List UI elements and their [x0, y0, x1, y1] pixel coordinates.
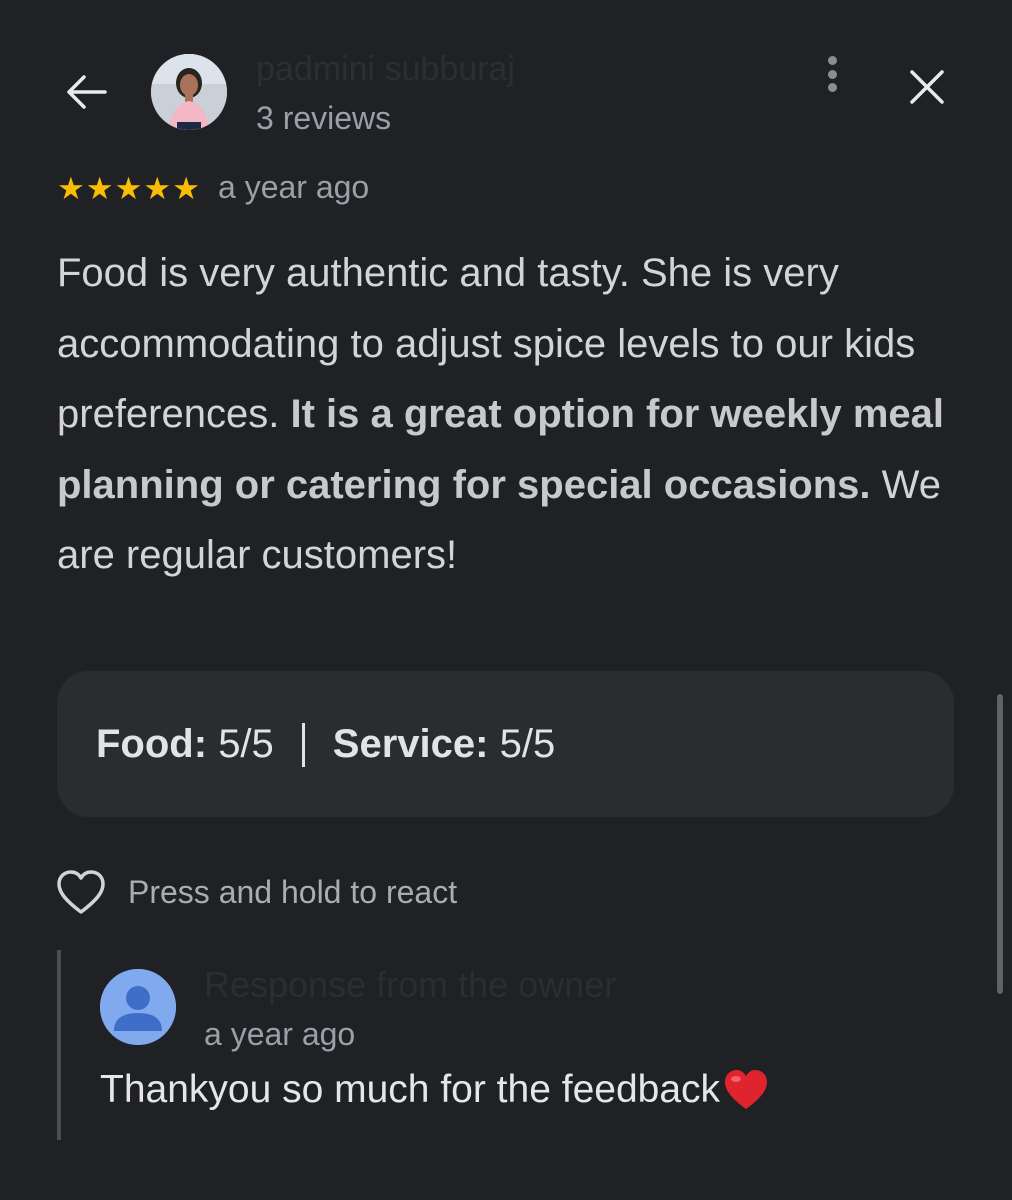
close-button[interactable]: [902, 62, 952, 112]
person-icon: [100, 969, 176, 1045]
star-rating: ★ ★ ★ ★ ★: [57, 172, 200, 206]
service-rating-label: Service:: [332, 722, 489, 766]
react-hint: Press and hold to react: [128, 874, 458, 910]
more-options-button[interactable]: [816, 52, 848, 96]
star-icon: ★: [57, 171, 85, 206]
ratings-divider: [301, 722, 305, 767]
red-heart-icon: [725, 1070, 768, 1109]
reviewer-photo: [151, 54, 227, 130]
more-vertical-icon: [827, 56, 837, 65]
close-icon: [910, 70, 944, 104]
response-text: Thankyou so much for the feedback: [100, 1067, 770, 1113]
back-button[interactable]: [60, 66, 112, 118]
response-message: Thankyou so much for the feedback: [100, 1068, 721, 1111]
food-rating-label: Food:: [96, 722, 208, 766]
star-icon: ★: [85, 171, 114, 206]
star-icon: ★: [172, 171, 200, 206]
star-icon: ★: [143, 171, 172, 206]
review-time: a year ago: [218, 169, 370, 205]
heart-outline-icon: [57, 870, 105, 914]
review-text: Food is very authentic and tasty. She is…: [57, 238, 967, 591]
scrollbar-thumb[interactable]: [997, 694, 1003, 994]
react-button[interactable]: [55, 867, 107, 919]
owner-avatar: [100, 969, 176, 1045]
star-icon: ★: [114, 171, 143, 206]
reviewer-avatar[interactable]: [151, 54, 227, 130]
response-title: Response from the owner: [204, 964, 617, 1005]
reviewer-name[interactable]: padmini subburaj: [256, 50, 515, 89]
arrow-left-icon: [67, 75, 107, 109]
review-count: 3 reviews: [256, 100, 392, 136]
service-rating-value: 5/5: [499, 722, 556, 766]
food-rating-value: 5/5: [218, 722, 274, 766]
response-divider: [57, 950, 61, 1140]
ratings-summary: Food: 5/5 Service: 5/5: [96, 722, 555, 767]
response-time: a year ago: [204, 1016, 356, 1052]
